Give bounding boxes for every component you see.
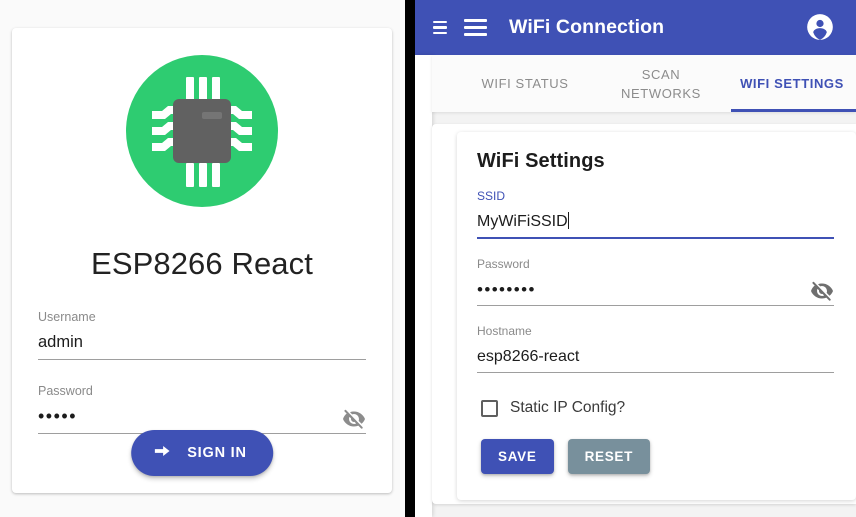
hostname-field: Hostname esp8266-react bbox=[477, 324, 834, 373]
static-ip-checkbox[interactable] bbox=[481, 399, 498, 417]
username-label: Username bbox=[38, 310, 96, 324]
menu-small-icon[interactable] bbox=[433, 18, 447, 38]
static-ip-label: Static IP Config? bbox=[510, 399, 626, 416]
drawer-edge[interactable] bbox=[415, 55, 432, 517]
reset-button[interactable]: RESET bbox=[567, 439, 651, 474]
tab-wifi-status[interactable]: WIFI STATUS bbox=[462, 55, 588, 112]
tab-bar: WIFI STATUS SCAN NETWORKS WIFI SETTINGS bbox=[432, 55, 856, 112]
account-circle-icon[interactable] bbox=[806, 13, 834, 41]
static-ip-row: Static IP Config? bbox=[481, 399, 834, 417]
wifi-password-value: •••••••• bbox=[477, 280, 536, 299]
password-value: ••••• bbox=[38, 406, 78, 426]
screenshot-root: ESP8266 React Username admin Password ••… bbox=[0, 0, 856, 517]
password-label: Password bbox=[38, 384, 93, 398]
tab-scan-networks[interactable]: SCAN NETWORKS bbox=[602, 55, 720, 112]
save-button[interactable]: SAVE bbox=[481, 439, 554, 474]
eye-off-icon[interactable] bbox=[810, 279, 834, 303]
wifi-app-panel: WiFi Connection WIFI STATUS SCAN NETWORK… bbox=[415, 0, 856, 517]
card-title: WiFi Settings bbox=[477, 150, 605, 172]
username-input[interactable]: admin bbox=[38, 331, 366, 360]
sign-in-button[interactable]: SIGN IN bbox=[131, 430, 273, 476]
text-caret bbox=[567, 212, 569, 229]
card-actions: SAVE RESET bbox=[481, 439, 834, 474]
tab-wifi-settings[interactable]: WIFI SETTINGS bbox=[728, 55, 856, 112]
ssid-input[interactable]: MyWiFiSSID bbox=[477, 211, 834, 239]
login-card: ESP8266 React Username admin Password ••… bbox=[12, 28, 392, 493]
wifi-settings-card: WiFi Settings SSID MyWiFiSSID Password •… bbox=[457, 132, 856, 500]
password-field: Password ••••• bbox=[38, 383, 366, 434]
wifi-password-field: Password •••••••• bbox=[477, 257, 834, 306]
login-panel: ESP8266 React Username admin Password ••… bbox=[0, 0, 405, 517]
hostname-input[interactable]: esp8266-react bbox=[477, 346, 834, 373]
eye-off-icon[interactable] bbox=[342, 407, 366, 431]
hostname-value: esp8266-react bbox=[477, 348, 580, 365]
app-bar-title: WiFi Connection bbox=[509, 16, 665, 38]
app-bar: WiFi Connection bbox=[415, 0, 856, 55]
arrow-right-icon bbox=[151, 440, 173, 466]
sign-in-label: SIGN IN bbox=[187, 445, 247, 461]
ssid-label: SSID bbox=[477, 189, 506, 203]
page-title: ESP8266 React bbox=[91, 246, 313, 281]
panel-divider bbox=[405, 0, 415, 517]
ssid-value: MyWiFiSSID bbox=[477, 213, 568, 230]
username-value: admin bbox=[38, 333, 83, 351]
hostname-label: Hostname bbox=[477, 324, 532, 338]
username-field: Username admin bbox=[38, 309, 366, 360]
chip-icon bbox=[126, 55, 278, 207]
wifi-password-input[interactable]: •••••••• bbox=[477, 279, 834, 306]
hamburger-icon[interactable] bbox=[464, 15, 487, 40]
wifi-password-label: Password bbox=[477, 257, 530, 271]
ssid-field: SSID MyWiFiSSID bbox=[477, 189, 834, 239]
